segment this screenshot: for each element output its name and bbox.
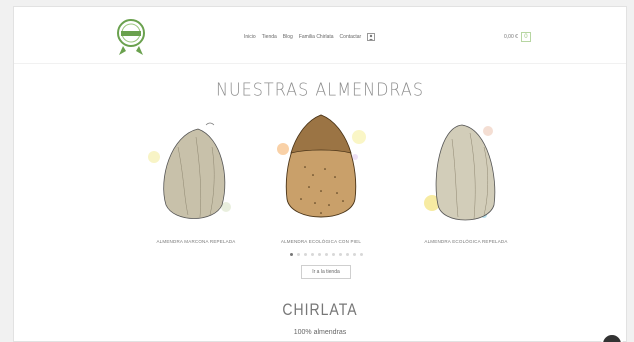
carousel-dot[interactable] bbox=[325, 253, 328, 256]
carousel-dots bbox=[290, 253, 363, 256]
carousel-dot[interactable] bbox=[346, 253, 349, 256]
nav-contactar[interactable]: Contactar bbox=[340, 34, 362, 40]
product-card[interactable]: ALMENDRA ECOLÓGICA REPELADA bbox=[396, 107, 536, 247]
almond-ecologica-repelada-image bbox=[424, 124, 496, 221]
cart-icon[interactable]: 0 bbox=[520, 32, 531, 42]
nav-blog[interactable]: Blog bbox=[283, 34, 293, 40]
carousel-dot[interactable] bbox=[318, 253, 321, 256]
cart-count: 0 bbox=[524, 34, 528, 40]
almond-marcona-image bbox=[148, 122, 231, 219]
carousel-dot[interactable] bbox=[332, 253, 335, 256]
carousel-dot[interactable] bbox=[311, 253, 314, 256]
carousel-dot[interactable] bbox=[304, 253, 307, 256]
product-name[interactable]: ALMENDRA ECOLÓGICA CON PIEL bbox=[251, 239, 391, 244]
nav-tienda[interactable]: Tienda bbox=[262, 34, 277, 40]
brand-subheading: 100% almendras bbox=[293, 329, 347, 336]
cart-total: 0,00 € bbox=[504, 34, 518, 40]
nav-inicio[interactable]: Inicio bbox=[244, 34, 256, 40]
carousel-dot[interactable] bbox=[353, 253, 356, 256]
product-card[interactable]: ALMENDRA ECOLÓGICA CON PIEL bbox=[251, 107, 391, 247]
browser-page: Inicio Tienda Blog Familia Chirlata Cont… bbox=[13, 6, 627, 342]
cart-widget[interactable]: 0,00 € 0 bbox=[504, 32, 531, 42]
account-icon[interactable] bbox=[367, 33, 376, 41]
nav-familia-chirlata[interactable]: Familia Chirlata bbox=[299, 34, 334, 40]
chirlata-logo[interactable] bbox=[117, 18, 145, 56]
almond-ecologica-con-piel-image bbox=[277, 114, 366, 218]
carousel-dot[interactable] bbox=[339, 253, 342, 256]
product-card[interactable]: ALMENDRA MARCONA REPELADA bbox=[126, 107, 266, 247]
site-header: Inicio Tienda Blog Familia Chirlata Cont… bbox=[14, 7, 626, 64]
logo-badge-icon bbox=[117, 19, 145, 55]
carousel-dot[interactable] bbox=[360, 253, 363, 256]
brand-heading: CHIRLATA bbox=[282, 299, 358, 319]
carousel-dot[interactable] bbox=[290, 253, 293, 256]
product-name[interactable]: ALMENDRA ECOLÓGICA REPELADA bbox=[396, 239, 536, 244]
carousel-dot[interactable] bbox=[297, 253, 300, 256]
main-nav: Inicio Tienda Blog Familia Chirlata Cont… bbox=[244, 33, 376, 41]
section-title: NUESTRAS ALMENDRAS bbox=[215, 79, 424, 100]
go-to-shop-button[interactable]: Ir a la tienda bbox=[301, 265, 351, 279]
product-name[interactable]: ALMENDRA MARCONA REPELADA bbox=[126, 239, 266, 244]
